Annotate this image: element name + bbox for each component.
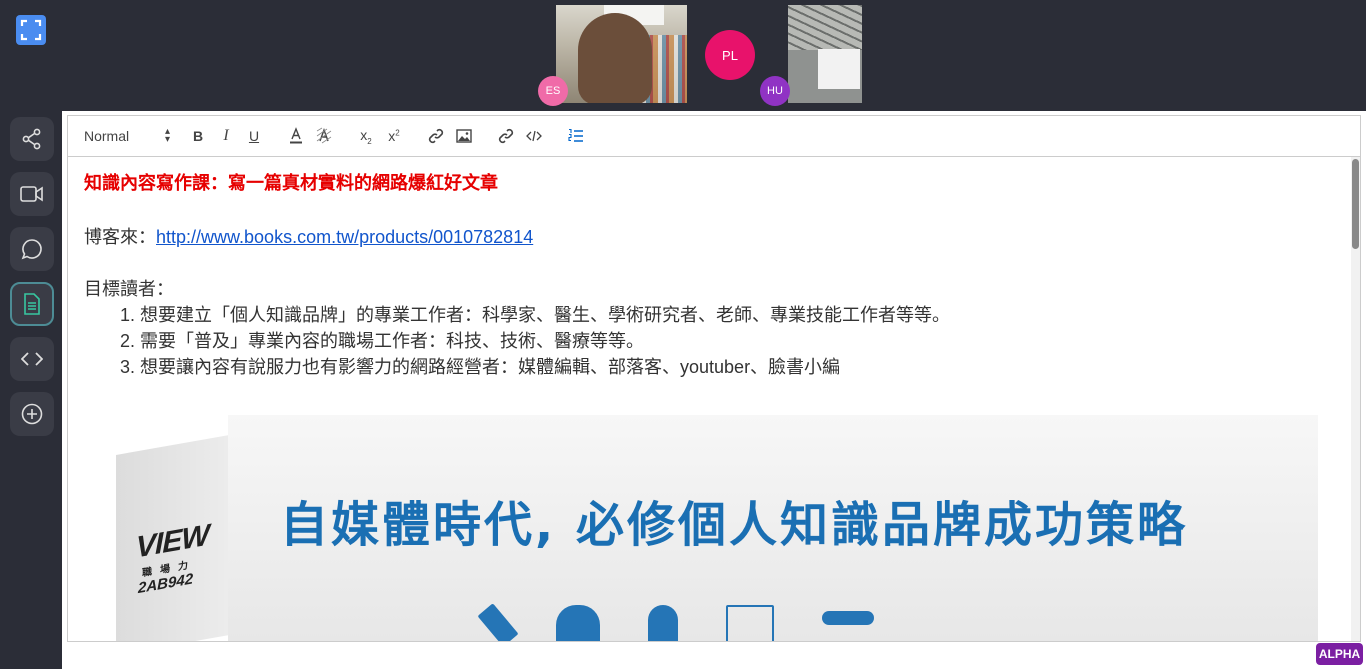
sidebar-share-button[interactable] [10, 117, 54, 161]
underline-icon: U [248, 128, 260, 144]
document-icon [24, 293, 40, 315]
document-title: 知識內容寫作課：寫一篇真材實料的網路爆紅好文章 [84, 173, 498, 193]
code-block-button[interactable] [520, 124, 548, 148]
avatar-hu: HU [760, 76, 790, 106]
editor-scrollbar[interactable] [1351, 157, 1360, 641]
editor-toolbar: Normal ▴ ▾ B I U x2 x2 [67, 115, 1361, 157]
background-color-icon [316, 127, 332, 144]
select-arrows-icon: ▴ ▾ [164, 126, 170, 145]
book-heading: 自媒體時代, 必修個人知識品牌成功策略 [280, 497, 1188, 553]
subscript-button[interactable]: x2 [352, 124, 380, 148]
sidebar-video-button[interactable] [10, 172, 54, 216]
bold-icon: B [192, 128, 204, 144]
sidebar-add-button[interactable] [10, 392, 54, 436]
superscript-icon: x2 [388, 128, 400, 144]
chalkboard-icon [726, 605, 774, 641]
participant-video-hu [788, 5, 862, 103]
book-front: 自媒體時代, 必修個人知識品牌成功策略 [228, 415, 1318, 641]
italic-button[interactable]: I [212, 124, 240, 148]
link-icon [498, 128, 514, 144]
list-item: 2. 需要「普及」專業內容的職場工作者：科技、技術、醫療等等。 [120, 331, 645, 351]
sidebar-chat-button[interactable] [10, 227, 54, 271]
people-icon [822, 611, 874, 625]
book-cover-image: VIEW 職場力 2AB942 自媒體時代, 必修個人知識品牌成功策略 [116, 415, 1318, 641]
video-icon [20, 186, 43, 202]
bold-button[interactable]: B [184, 124, 212, 148]
microscope-icon [648, 605, 678, 641]
fullscreen-icon [20, 19, 42, 41]
share-icon [22, 128, 41, 150]
list-item: 3. 想要讓內容有說服力也有影響力的網路經營者：媒體編輯、部落客、youtube… [120, 357, 841, 377]
subscript-icon: x2 [360, 126, 372, 146]
source-link[interactable]: http://www.books.com.tw/products/0010782… [156, 227, 533, 247]
superscript-button[interactable]: x2 [380, 124, 408, 148]
format-select-value: Normal [84, 128, 130, 144]
pen-icon [477, 603, 519, 641]
sidebar-document-button[interactable] [10, 282, 54, 326]
chat-icon [21, 239, 42, 260]
image-icon [456, 129, 472, 143]
font-color-button[interactable] [282, 124, 310, 148]
source-line: 博客來：http://www.books.com.tw/products/001… [84, 223, 533, 249]
sidebar-code-button[interactable] [10, 337, 54, 381]
scrollbar-thumb[interactable] [1352, 159, 1359, 249]
underline-button[interactable]: U [240, 124, 268, 148]
link-icon [428, 128, 444, 144]
code-block-icon [526, 130, 542, 142]
book-spine: VIEW 職場力 2AB942 [116, 435, 228, 641]
ordered-list-button[interactable] [562, 124, 590, 148]
link-button-2[interactable] [492, 124, 520, 148]
ordered-list-icon [568, 128, 583, 142]
alpha-badge: ALPHA [1316, 643, 1363, 665]
image-button[interactable] [450, 124, 478, 148]
add-icon [21, 403, 43, 425]
fullscreen-button[interactable] [16, 15, 46, 45]
avatar-es: ES [538, 76, 568, 106]
planet-icon [556, 605, 600, 641]
participant-video-es [556, 5, 687, 103]
book-illustrations [477, 603, 874, 641]
background-color-button[interactable] [310, 124, 338, 148]
format-select[interactable]: Normal ▴ ▾ [84, 126, 170, 145]
font-color-icon [290, 127, 302, 144]
document-editor: Normal ▴ ▾ B I U x2 x2 知識內容寫作課：寫一篇真材實料的網… [62, 111, 1366, 669]
link-button[interactable] [422, 124, 450, 148]
avatar-pl: PL [705, 30, 755, 80]
list-item: 1. 想要建立「個人知識品牌」的專業工作者：科學家、醫生、學術研究者、老師、專業… [120, 305, 951, 325]
audience-label: 目標讀者： [84, 279, 174, 299]
source-label: 博客來： [84, 227, 156, 247]
italic-icon: I [223, 127, 229, 144]
editor-content[interactable]: 知識內容寫作課：寫一篇真材實料的網路爆紅好文章 博客來：http://www.b… [67, 157, 1361, 642]
code-icon [21, 352, 43, 366]
